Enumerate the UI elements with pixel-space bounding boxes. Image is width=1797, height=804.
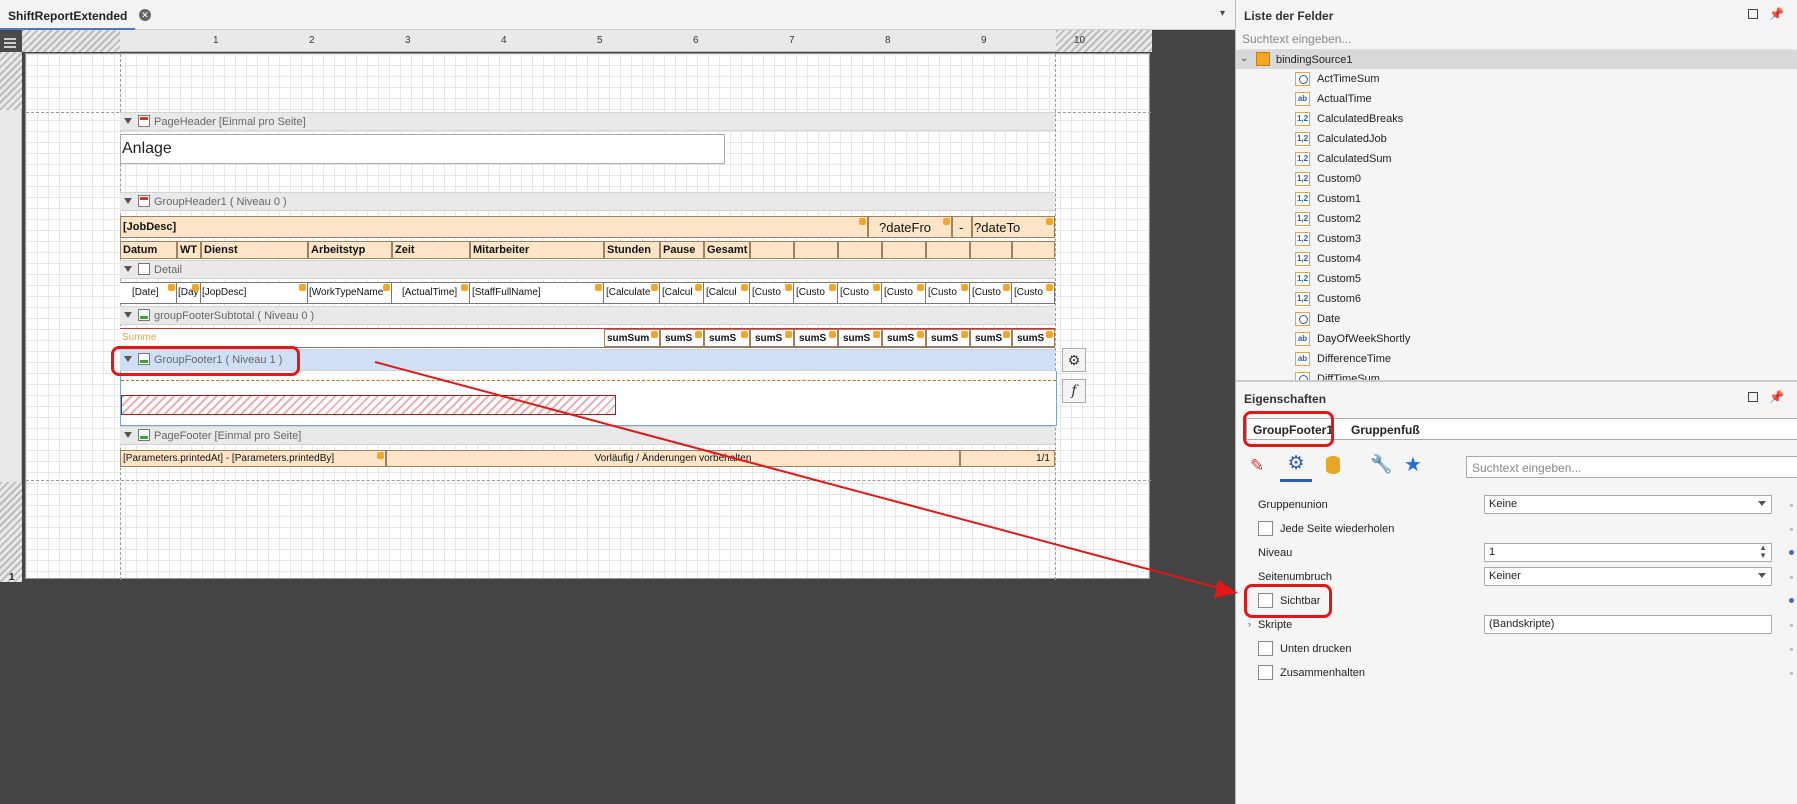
annotation-arrow	[374, 361, 1238, 598]
